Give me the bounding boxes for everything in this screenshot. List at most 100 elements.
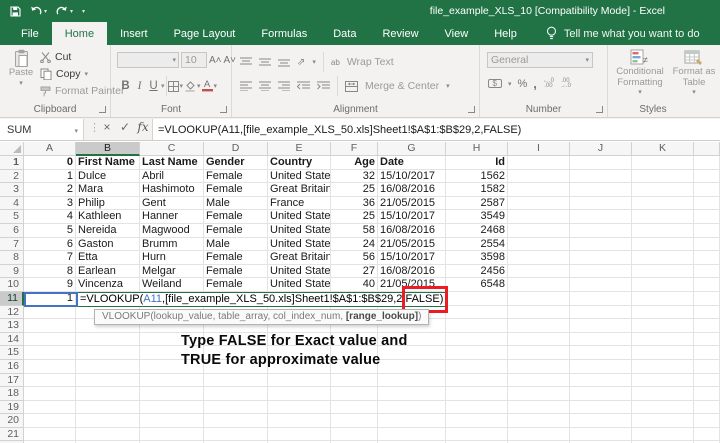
row-header-9[interactable]: 9 xyxy=(0,265,24,279)
cell-C2[interactable]: Abril xyxy=(140,170,204,184)
cell-A16[interactable] xyxy=(24,360,76,374)
percent-style-button[interactable]: % xyxy=(518,78,528,90)
row-header-8[interactable]: 8 xyxy=(0,251,24,265)
cell-D19[interactable] xyxy=(204,401,268,415)
cell-E6[interactable]: United States xyxy=(268,224,331,238)
cell-I20[interactable] xyxy=(508,414,570,428)
decrease-indent-button[interactable] xyxy=(297,81,310,91)
cell-I14[interactable] xyxy=(508,333,570,347)
cell-K21[interactable] xyxy=(632,428,694,442)
cell-H20[interactable] xyxy=(446,414,508,428)
format-as-table-button[interactable]: Format as Table ▾ xyxy=(670,49,718,99)
cell-C17[interactable] xyxy=(140,374,204,388)
underline-button[interactable]: U xyxy=(147,80,160,92)
number-format-dropdown-icon[interactable]: ▾ xyxy=(585,56,589,64)
cell-K10[interactable] xyxy=(632,278,694,292)
align-top-button[interactable] xyxy=(240,57,252,67)
cell-J13[interactable] xyxy=(570,319,632,333)
cell-F9[interactable]: 27 xyxy=(331,265,378,279)
cell-H9[interactable]: 2456 xyxy=(446,265,508,279)
cell-H19[interactable] xyxy=(446,401,508,415)
cell-K20[interactable] xyxy=(632,414,694,428)
fill-color-button[interactable] xyxy=(184,80,196,92)
tab-file[interactable]: File xyxy=(8,22,52,45)
cell-E7[interactable]: United States xyxy=(268,238,331,252)
cell-E20[interactable] xyxy=(268,414,331,428)
decrease-decimal-button[interactable]: .00→.0 xyxy=(560,79,571,89)
cell-F20[interactable] xyxy=(331,414,378,428)
cell-D10[interactable]: Female xyxy=(204,278,268,292)
name-box-dropdown-icon[interactable]: ▾ xyxy=(74,127,78,135)
column-header-D[interactable]: D xyxy=(204,142,268,156)
cell-C9[interactable]: Melgar xyxy=(140,265,204,279)
cell-J2[interactable] xyxy=(570,170,632,184)
cell-A3[interactable]: 2 xyxy=(24,183,76,197)
accounting-format-button[interactable]: $ xyxy=(488,78,502,89)
cell-A12[interactable] xyxy=(24,306,76,320)
cell-D7[interactable]: Male xyxy=(204,238,268,252)
tab-page-layout[interactable]: Page Layout xyxy=(161,22,249,45)
column-header-K[interactable]: K xyxy=(632,142,694,156)
cell-D5[interactable]: Female xyxy=(204,210,268,224)
cell-D1[interactable]: Gender xyxy=(204,156,268,170)
row-header-16[interactable]: 16 xyxy=(0,360,24,374)
cell-E18[interactable] xyxy=(268,387,331,401)
cell-F4[interactable]: 36 xyxy=(331,197,378,211)
cell-I13[interactable] xyxy=(508,319,570,333)
cell-A1[interactable]: 0 xyxy=(24,156,76,170)
cell-G1[interactable]: Date xyxy=(378,156,446,170)
save-button[interactable] xyxy=(10,6,21,17)
cell-A2[interactable]: 1 xyxy=(24,170,76,184)
column-header-B[interactable]: B xyxy=(76,142,140,156)
cell-K16[interactable] xyxy=(632,360,694,374)
font-dialog-launcher[interactable] xyxy=(220,106,227,113)
cell-J14[interactable] xyxy=(570,333,632,347)
cell-H11[interactable] xyxy=(446,292,508,306)
cell-A13[interactable] xyxy=(24,319,76,333)
cell-D17[interactable] xyxy=(204,374,268,388)
cell-I12[interactable] xyxy=(508,306,570,320)
cell-E4[interactable]: France xyxy=(268,197,331,211)
cell-F17[interactable] xyxy=(331,374,378,388)
cell-A18[interactable] xyxy=(24,387,76,401)
cell-K18[interactable] xyxy=(632,387,694,401)
cell-K17[interactable] xyxy=(632,374,694,388)
cell-I7[interactable] xyxy=(508,238,570,252)
cell-G8[interactable]: 15/10/2017 xyxy=(378,251,446,265)
cell-H15[interactable] xyxy=(446,346,508,360)
cell-C3[interactable]: Hashimoto xyxy=(140,183,204,197)
row-header-19[interactable]: 19 xyxy=(0,401,24,415)
cell-J1[interactable] xyxy=(570,156,632,170)
cell-J19[interactable] xyxy=(570,401,632,415)
cell-A6[interactable]: 5 xyxy=(24,224,76,238)
cell-C1[interactable]: Last Name xyxy=(140,156,204,170)
conditional-formatting-dropdown-icon[interactable]: ▾ xyxy=(638,88,642,99)
tab-view[interactable]: View xyxy=(432,22,482,45)
name-box[interactable]: SUM ▾ xyxy=(0,119,84,140)
cell-K13[interactable] xyxy=(632,319,694,333)
cell-A8[interactable]: 7 xyxy=(24,251,76,265)
cell-C6[interactable]: Magwood xyxy=(140,224,204,238)
row-header-14[interactable]: 14 xyxy=(0,333,24,347)
row-header-11[interactable]: 11 xyxy=(0,292,24,306)
paste-button[interactable]: Paste ▾ xyxy=(6,49,36,89)
cell-I19[interactable] xyxy=(508,401,570,415)
number-format-combo[interactable]: General▾ xyxy=(487,52,593,68)
cell-B3[interactable]: Mara xyxy=(76,183,140,197)
cell-F10[interactable]: 40 xyxy=(331,278,378,292)
cell-H4[interactable]: 2587 xyxy=(446,197,508,211)
select-all-corner[interactable] xyxy=(0,142,24,156)
cell-D6[interactable]: Female xyxy=(204,224,268,238)
row-header-21[interactable]: 21 xyxy=(0,428,24,442)
column-header-A[interactable]: A xyxy=(24,142,76,156)
cell-D4[interactable]: Male xyxy=(204,197,268,211)
cell-F3[interactable]: 25 xyxy=(331,183,378,197)
cell-J9[interactable] xyxy=(570,265,632,279)
cell-G5[interactable]: 15/10/2017 xyxy=(378,210,446,224)
cell-J11[interactable] xyxy=(570,292,632,306)
cell-D2[interactable]: Female xyxy=(204,170,268,184)
underline-dropdown-icon[interactable]: ▾ xyxy=(161,82,165,90)
cell-G19[interactable] xyxy=(378,401,446,415)
cell-K8[interactable] xyxy=(632,251,694,265)
cell-B18[interactable] xyxy=(76,387,140,401)
